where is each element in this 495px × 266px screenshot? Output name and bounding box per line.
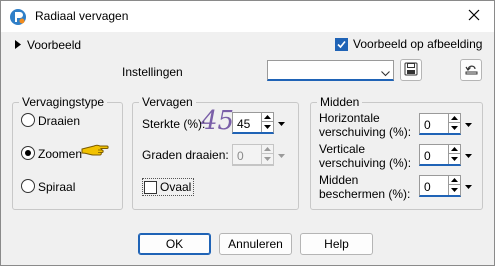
spin-down-icon (262, 154, 273, 163)
h-offset-stepper[interactable] (448, 114, 460, 133)
spin-up-icon[interactable] (449, 114, 460, 123)
checkbox-unchecked-icon (144, 180, 157, 194)
twist-value: 0 (237, 149, 244, 163)
strength-input[interactable]: 45 (232, 112, 274, 134)
help-button[interactable]: Help (300, 233, 373, 255)
spin-down-icon[interactable] (449, 154, 460, 163)
settings-dropdown[interactable] (267, 60, 394, 81)
oval-checkbox[interactable]: Ovaal (142, 178, 195, 196)
ok-button[interactable]: OK (138, 233, 211, 255)
dialog-window: Radiaal vervagen Voorbeeld Voorbeeld op … (0, 0, 495, 266)
preview-on-image-checkbox[interactable]: Voorbeeld op afbeelding (335, 37, 482, 51)
spin-up-icon[interactable] (262, 113, 273, 122)
protect-input[interactable]: 0 (419, 175, 461, 197)
dropdown-arrow-icon (277, 147, 285, 161)
dropdown-arrow-icon (277, 115, 285, 129)
v-offset-label-line1: Verticale (319, 142, 366, 156)
protect-label-line1: Midden (319, 173, 359, 187)
strength-dropdown[interactable] (276, 112, 286, 131)
h-offset-label-line2: verschuiving (%): (319, 125, 412, 139)
checkbox-checked-icon (335, 37, 348, 51)
spin-up-icon (262, 145, 273, 154)
h-offset-value: 0 (424, 118, 431, 132)
preview-toggle[interactable]: Voorbeeld (15, 38, 81, 52)
twist-dropdown (276, 144, 286, 163)
v-offset-stepper[interactable] (448, 145, 460, 164)
strength-label: Sterkte (%): (142, 117, 206, 131)
reset-button[interactable] (460, 59, 482, 81)
window-title: Radiaal vervagen (35, 9, 129, 23)
title-bar: Radiaal vervagen (1, 1, 494, 32)
protect-dropdown[interactable] (463, 175, 473, 194)
spin-down-icon[interactable] (449, 185, 460, 194)
twist-label: Graden draaien: (142, 148, 229, 162)
radio-selected-icon (21, 146, 35, 160)
radio-zoomen-label: Zoomen (38, 147, 83, 161)
protect-value: 0 (424, 180, 431, 194)
h-offset-input[interactable]: 0 (419, 113, 461, 135)
dropdown-arrow-icon (464, 147, 472, 161)
radio-draaien-label: Draaien (38, 114, 81, 128)
reset-icon (464, 62, 479, 79)
blur-title: Vervagen (139, 95, 196, 109)
pointing-hand-icon (81, 140, 109, 163)
spin-down-icon[interactable] (449, 123, 460, 132)
v-offset-input[interactable]: 0 (419, 144, 461, 166)
twist-input: 0 (232, 144, 274, 166)
settings-label: Instellingen (122, 65, 183, 79)
spin-up-icon[interactable] (449, 176, 460, 185)
strength-annotation: 45 (201, 106, 235, 136)
close-icon (468, 9, 480, 24)
paint-shop-pro-icon (9, 8, 27, 26)
cancel-button[interactable]: Annuleren (219, 233, 292, 255)
protect-stepper[interactable] (448, 176, 460, 195)
radio-unselected-icon (21, 179, 35, 193)
save-preset-button[interactable] (400, 59, 422, 81)
h-offset-label-line1: Horizontale (319, 111, 380, 125)
strength-value: 45 (237, 117, 251, 131)
floppy-disk-icon (404, 62, 418, 79)
v-offset-label-line2: verschuiving (%): (319, 156, 412, 170)
radio-spiraal[interactable]: Spiraal (21, 178, 121, 196)
center-title: Midden (317, 95, 363, 109)
radio-spiraal-label: Spiraal (38, 180, 76, 194)
spin-up-icon[interactable] (449, 145, 460, 154)
protect-label-line2: beschermen (%): (319, 187, 411, 201)
blur-type-title: Vervagingstype (19, 95, 108, 109)
oval-label: Ovaal (160, 180, 192, 194)
preview-label: Voorbeeld (27, 38, 82, 52)
h-offset-dropdown[interactable] (463, 113, 473, 132)
twist-stepper (261, 145, 273, 164)
strength-stepper[interactable] (261, 113, 273, 132)
dropdown-arrow-icon (464, 178, 472, 192)
chevron-right-icon (15, 38, 21, 52)
radio-unselected-icon (21, 113, 35, 127)
v-offset-dropdown[interactable] (463, 144, 473, 163)
chevron-down-icon (381, 66, 390, 80)
preview-on-image-label: Voorbeeld op afbeelding (353, 37, 483, 51)
v-offset-value: 0 (424, 149, 431, 163)
close-button[interactable] (454, 1, 494, 32)
dropdown-arrow-icon (464, 116, 472, 130)
radio-draaien[interactable]: Draaien (21, 112, 121, 130)
spin-down-icon[interactable] (262, 122, 273, 131)
